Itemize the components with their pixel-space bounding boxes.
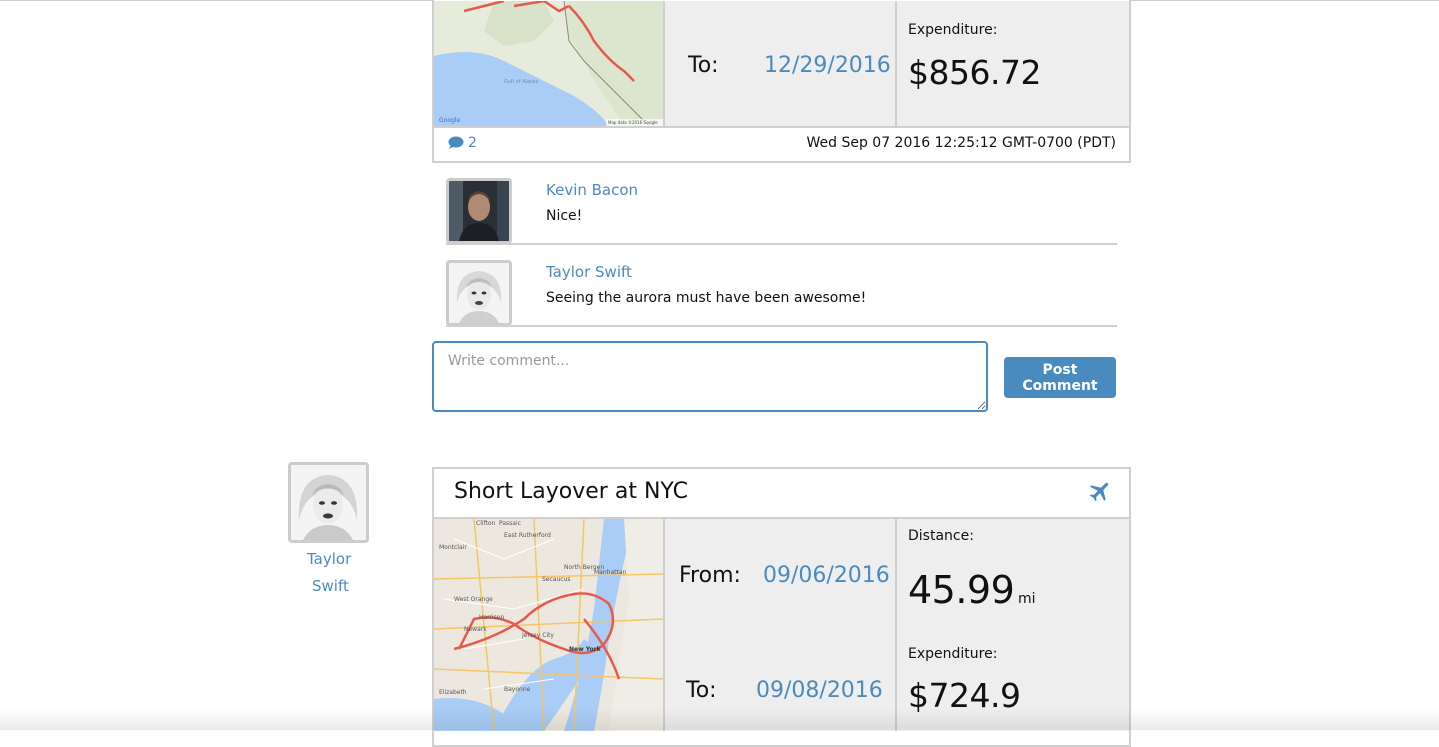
to-date: 12/29/2016 [764,53,891,78]
trip-map-nyc[interactable]: Clifton Passaic East Rutherford North Be… [434,519,663,731]
trip2-stats-panel: Distance: 45.99 mi Expenditure: $724.9 [897,519,1129,731]
map-nyc-image: Clifton Passaic East Rutherford North Be… [434,519,663,731]
svg-text:East Rutherford: East Rutherford [504,532,551,539]
trip1-dates-panel: To: 12/29/2016 [665,1,895,126]
svg-text:Harrison: Harrison [479,614,504,621]
comment-bubble-icon [448,136,464,149]
trip2-author-first-name[interactable]: Taylor [307,550,351,568]
svg-text:Montclair: Montclair [439,544,467,551]
svg-text:Google: Google [439,117,460,124]
distance-value: 45.99 [908,568,1015,612]
taylor-swift-photo [449,263,509,323]
trip2-dates-panel: From: 09/06/2016 To: 09/08/2016 [665,519,895,731]
card-footer-divider [434,126,1129,128]
svg-text:Map data ©2016 Google: Map data ©2016 Google [608,120,658,125]
comment-input[interactable] [432,341,988,412]
expenditure-value: $856.72 [908,53,1041,92]
comment-author[interactable]: Taylor Swift [546,263,632,281]
distance-unit: mi [1018,591,1036,607]
svg-text:New York: New York [569,646,602,653]
svg-text:Elizabeth: Elizabeth [439,689,467,696]
comment-count-toggle[interactable]: 2 [448,135,477,151]
comment-divider [446,243,1117,245]
airplane-icon [1089,482,1109,502]
svg-text:Passaic: Passaic [499,520,521,527]
trip2-author-avatar[interactable] [288,462,369,543]
from-label: From: [679,563,741,588]
expenditure-label: Expenditure: [908,646,998,662]
comment-count: 2 [468,135,477,151]
to-date: 09/08/2016 [756,678,883,703]
trip-map-alaska[interactable]: Gulf of Alaska Google Map data ©2016 Goo… [434,1,663,126]
comment-text: Nice! [546,208,583,224]
svg-text:Bayonne: Bayonne [504,686,531,693]
post-timestamp: Wed Sep 07 2016 12:25:12 GMT-0700 (PDT) [806,135,1116,151]
svg-text:Clifton: Clifton [476,520,496,527]
map-label-gulf: Gulf of Alaska [504,79,539,85]
to-label: To: [686,678,717,703]
map-alaska-image: Gulf of Alaska Google Map data ©2016 Goo… [434,1,663,126]
taylor-swift-photo [291,465,366,540]
scroll-fade [0,708,1439,730]
post-comment-button[interactable]: Post Comment [1004,357,1116,398]
comment-author[interactable]: Kevin Bacon [546,181,638,199]
trip2-title: Short Layover at NYC [454,479,688,504]
expenditure-label: Expenditure: [908,22,998,38]
cell-divider [663,1,665,126]
comment-divider [446,325,1117,327]
svg-text:Newark: Newark [464,626,487,633]
avatar-taylor-swift[interactable] [446,260,512,326]
kevin-bacon-photo [449,181,509,241]
comment-text: Seeing the aurora must have been awesome… [546,290,867,306]
trip2-author-last-name[interactable]: Swift [312,577,349,595]
to-label: To: [688,53,719,78]
from-date: 09/06/2016 [763,563,890,588]
svg-text:Manhattan: Manhattan [594,569,627,576]
trip1-expenditure-panel: Expenditure: $856.72 [897,1,1129,126]
svg-text:Secaucus: Secaucus [542,576,571,583]
distance-label: Distance: [908,528,974,544]
avatar-kevin-bacon[interactable] [446,178,512,244]
svg-text:West Orange: West Orange [454,596,493,603]
svg-text:Jersey City: Jersey City [521,632,554,639]
